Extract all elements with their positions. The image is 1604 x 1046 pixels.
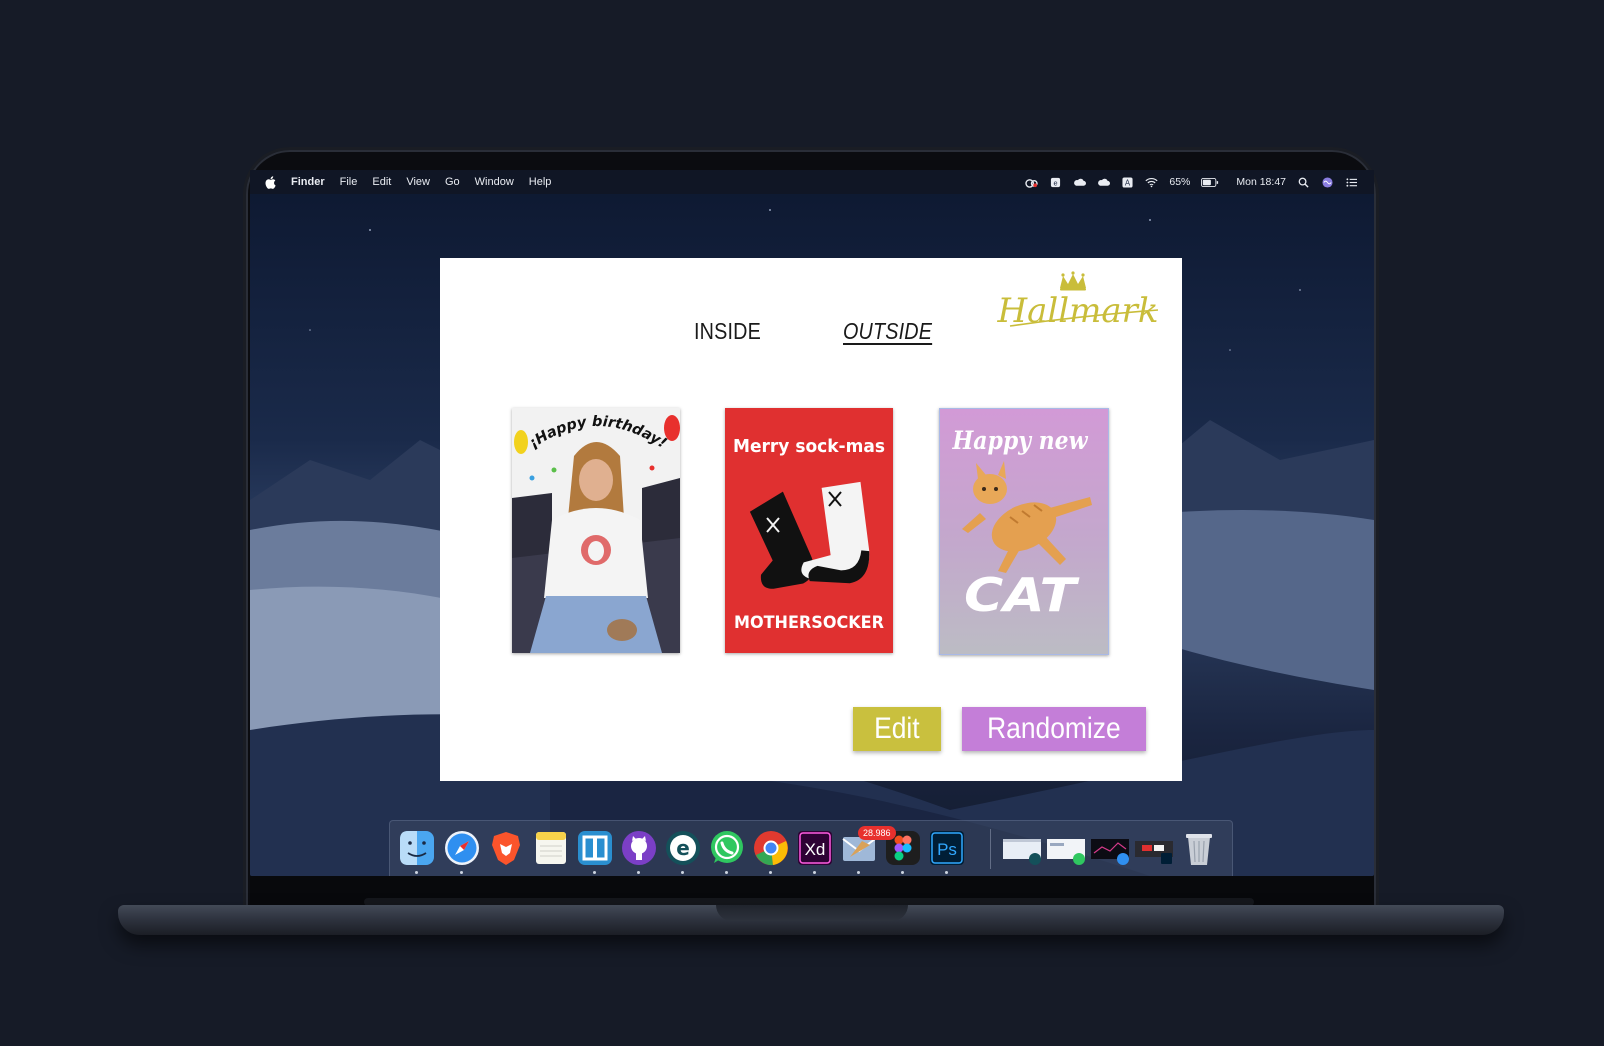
menu-bar: Finder File Edit View Go Window Help e A… — [250, 170, 1374, 194]
card-sockmas[interactable]: Merry sock-mas MOTHERSOCKER — [725, 408, 893, 653]
minimized-window-thumbnail[interactable] — [1002, 829, 1042, 867]
icloud-icon[interactable] — [1097, 177, 1111, 188]
brave-icon[interactable] — [487, 829, 525, 867]
spotlight-search-icon[interactable] — [1297, 177, 1310, 188]
photoshop-icon[interactable]: Ps — [928, 829, 966, 867]
running-indicator — [901, 871, 904, 874]
svg-text:e: e — [676, 836, 690, 860]
menu-file[interactable]: File — [340, 176, 358, 188]
running-indicator — [681, 871, 684, 874]
running-indicator — [415, 871, 418, 874]
tab-outside[interactable]: OUTSIDE — [843, 318, 932, 345]
chrome-icon[interactable] — [752, 829, 790, 867]
running-indicator — [813, 871, 816, 874]
minimized-window-thumbnail[interactable] — [1134, 829, 1174, 867]
randomize-button[interactable]: Randomize — [962, 707, 1146, 751]
eset-icon[interactable]: e — [664, 829, 702, 867]
card-newcat-art: Happy new CAT — [952, 426, 1092, 622]
menu-view[interactable]: View — [406, 176, 430, 188]
adobe-xd-label: Xd — [805, 840, 826, 859]
bracket-icon[interactable] — [576, 829, 614, 867]
menu-go[interactable]: Go — [445, 176, 460, 188]
minimized-window-thumbnail[interactable] — [1090, 829, 1130, 867]
menu-edit[interactable]: Edit — [372, 176, 391, 188]
card-birthday-art: ¡¡Happy birthday!! — [512, 408, 680, 653]
menu-help[interactable]: Help — [529, 176, 552, 188]
card-sockmas-art: Merry sock-mas MOTHERSOCKER — [725, 408, 893, 653]
battery-icon[interactable] — [1201, 177, 1219, 188]
adobe-xd-icon[interactable]: Xd — [796, 829, 834, 867]
running-indicator — [593, 871, 596, 874]
svg-text:e: e — [1054, 178, 1058, 187]
photoshop-label: Ps — [937, 840, 957, 859]
card-birthday[interactable]: ¡¡Happy birthday!! — [512, 408, 680, 653]
siri-icon[interactable] — [1321, 176, 1334, 188]
menu-clock[interactable]: Mon 18:47 — [1236, 176, 1286, 188]
running-indicator — [769, 871, 772, 874]
menu-window[interactable]: Window — [475, 176, 514, 188]
battery-percent: 65% — [1169, 176, 1191, 188]
cloud-icon[interactable] — [1073, 177, 1087, 188]
card-app-window: INSIDE OUTSIDE Hallmark ¡Happy birthday!… — [440, 258, 1182, 781]
card-sockmas-headline: Merry sock-mas — [733, 436, 885, 457]
safari-icon[interactable] — [443, 829, 481, 867]
menu-app-name[interactable]: Finder — [291, 176, 325, 188]
eset-menu-icon[interactable]: e — [1049, 177, 1062, 188]
finder-icon[interactable] — [398, 829, 436, 867]
running-indicator — [725, 871, 728, 874]
laptop-notch — [716, 905, 908, 921]
trash-icon[interactable] — [1180, 829, 1218, 867]
input-source-icon[interactable]: A — [1121, 176, 1134, 188]
notes-icon[interactable] — [532, 829, 570, 867]
tab-inside[interactable]: INSIDE — [694, 318, 761, 345]
dock-separator — [990, 829, 991, 869]
running-indicator — [637, 871, 640, 874]
mail-badge: 28.986 — [858, 826, 896, 840]
running-indicator — [857, 871, 860, 874]
edit-button[interactable]: Edit — [853, 707, 941, 751]
notification-center-icon[interactable] — [1345, 177, 1358, 188]
card-sockmas-footer: MOTHERSOCKER — [734, 613, 884, 633]
svg-text:A: A — [1125, 178, 1131, 187]
apple-menu-icon[interactable] — [265, 175, 276, 189]
dock: e Xd Ps — [389, 820, 1233, 877]
card-newcat-footer: CAT — [964, 568, 1080, 622]
card-newcat[interactable]: Happy new CAT — [939, 408, 1109, 655]
card-newcat-headline: Happy new — [952, 426, 1089, 455]
running-indicator — [945, 871, 948, 874]
hallmark-logo: Hallmark — [996, 271, 1159, 331]
running-indicator — [460, 871, 463, 874]
creative-cloud-icon[interactable] — [1025, 177, 1039, 188]
minimized-window-thumbnail[interactable] — [1046, 829, 1086, 867]
edit-button-label: Edit — [874, 712, 920, 745]
randomize-button-label: Randomize — [987, 712, 1121, 745]
whatsapp-icon[interactable] — [708, 829, 746, 867]
wifi-icon[interactable] — [1145, 177, 1158, 188]
github-desktop-icon[interactable] — [620, 829, 658, 867]
